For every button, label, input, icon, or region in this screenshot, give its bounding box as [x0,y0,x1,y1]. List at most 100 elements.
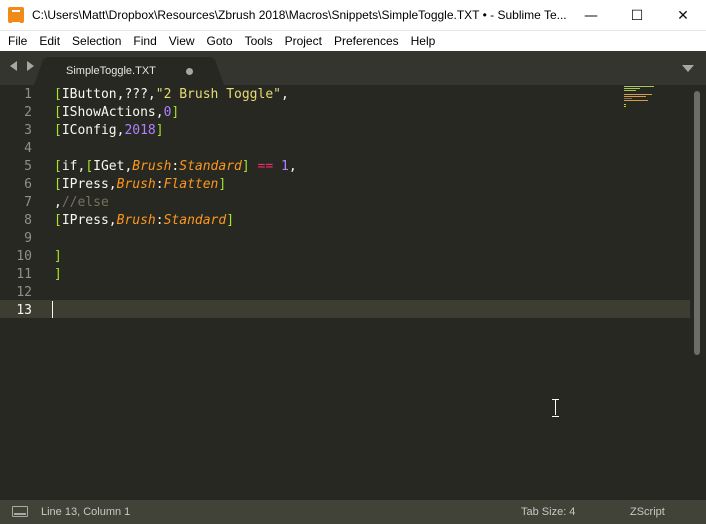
code-token: ] [54,249,62,264]
modified-dot-icon[interactable] [186,68,193,75]
code-token: 2018 [124,123,156,138]
code-line[interactable]: ] [54,248,62,266]
status-bar: Line 13, Column 1 Tab Size: 4 ZScript [0,500,706,524]
code-token: : [155,177,164,192]
code-line[interactable]: [IShowActions,0] [54,104,179,122]
line-number: 7 [24,195,32,210]
tab-bar: SimpleToggle.TXT [0,51,706,85]
code-token: "2 Brush Toggle" [155,87,281,102]
menu-file[interactable]: File [2,31,33,51]
code-token: [ [54,123,62,138]
code-line[interactable]: [if,[IGet,Brush:Standard] == 1, [54,158,297,176]
menu-view[interactable]: View [163,31,201,51]
line-number: 1 [24,87,32,102]
code-token: ] [226,213,235,228]
line-number-gutter: 1 2 3 4 5 6 7 8 9 10 11 12 13 [0,85,44,500]
code-token: , [280,87,289,102]
code-token: Standard [163,213,227,228]
text-caret [52,301,53,318]
minimap[interactable] [624,85,684,115]
code-token: Standard [179,159,242,174]
menu-find[interactable]: Find [127,31,162,51]
tab-size-selector[interactable]: Tab Size: 4 [521,506,575,518]
code-token: [ [54,213,62,228]
code-token: Flatten [163,177,219,192]
line-number: 11 [16,267,32,282]
line-number: 2 [24,105,32,120]
line-number: 5 [24,159,32,174]
code-line[interactable]: [IConfig,2018] [54,122,164,140]
window-title: C:\Users\Matt\Dropbox\Resources\Zbrush 2… [32,8,567,22]
minimize-button[interactable]: — [568,0,614,31]
code-token: IButton,???, [61,87,156,102]
code-token: [ [54,159,62,174]
code-line[interactable]: [IButton,???,"2 Brush Toggle", [54,86,289,104]
code-token: //else [61,195,109,210]
title-bar: C:\Users\Matt\Dropbox\Resources\Zbrush 2… [0,0,706,31]
code-token: ] [54,267,62,282]
code-token: IShowActions, [61,105,164,120]
ibeam-cursor-icon [551,399,560,417]
code-token: , [54,195,62,210]
code-token: ] [218,177,227,192]
window-controls: — ☐ ✕ [568,0,706,31]
tab-nav-arrows [10,61,34,71]
code-token: ] [155,123,164,138]
code-token: IGet, [93,159,133,174]
code-line[interactable]: ,//else [54,194,109,212]
panel-toggle-icon[interactable] [12,506,28,517]
chevron-left-icon[interactable] [10,61,17,71]
line-number: 3 [24,123,32,138]
line-number: 4 [24,141,32,156]
line-number: 13 [16,303,32,318]
code-token: [ [54,105,62,120]
code-line[interactable]: [IPress,Brush:Standard] [54,212,234,230]
maximize-button[interactable]: ☐ [614,0,660,31]
menu-bar: File Edit Selection Find View Goto Tools Projec… [0,31,706,51]
close-button[interactable]: ✕ [660,0,706,31]
code-token: [ [85,159,94,174]
line-number: 6 [24,177,32,192]
current-line-highlight [0,300,690,318]
code-token: : [155,213,164,228]
code-token: IPress, [61,213,117,228]
code-token: IConfig, [61,123,125,138]
code-token: ] [171,105,180,120]
chevron-right-icon[interactable] [27,61,34,71]
menu-goto[interactable]: Goto [201,31,239,51]
code-token: [ [54,177,62,192]
code-token: 1 [281,159,289,174]
menu-selection[interactable]: Selection [66,31,127,51]
code-token: Brush [132,159,172,174]
tab-label: SimpleToggle.TXT [66,65,156,77]
code-token: Brush [116,177,156,192]
menu-preferences[interactable]: Preferences [328,31,405,51]
tab-simpletoggle[interactable]: SimpleToggle.TXT [34,57,224,85]
code-token: Brush [116,213,156,228]
line-number: 8 [24,213,32,228]
editor-area[interactable]: 1 2 3 4 5 6 7 8 9 10 11 12 13 [IButton,???,"2 Brush … [0,85,706,500]
code-line[interactable]: ] [54,266,62,284]
syntax-selector[interactable]: ZScript [630,506,665,518]
sublime-text-icon [8,7,24,24]
vertical-scrollbar[interactable] [692,87,702,357]
line-number: 9 [24,231,32,246]
code-token: if, [61,159,86,174]
code-token: , [288,159,297,174]
menu-edit[interactable]: Edit [33,31,66,51]
cursor-position: Line 13, Column 1 [41,506,131,518]
menu-tools[interactable]: Tools [239,31,279,51]
code-token: [ [54,87,62,102]
code-line[interactable]: [IPress,Brush:Flatten] [54,176,226,194]
line-number: 10 [16,249,32,264]
scrollbar-thumb[interactable] [694,91,700,355]
menu-help[interactable]: Help [405,31,442,51]
chevron-down-icon[interactable] [682,65,694,72]
code-token: IPress, [61,177,117,192]
code-token: == [257,159,274,174]
menu-project[interactable]: Project [279,31,328,51]
code-token: ] [241,159,250,174]
line-number: 12 [16,285,32,300]
